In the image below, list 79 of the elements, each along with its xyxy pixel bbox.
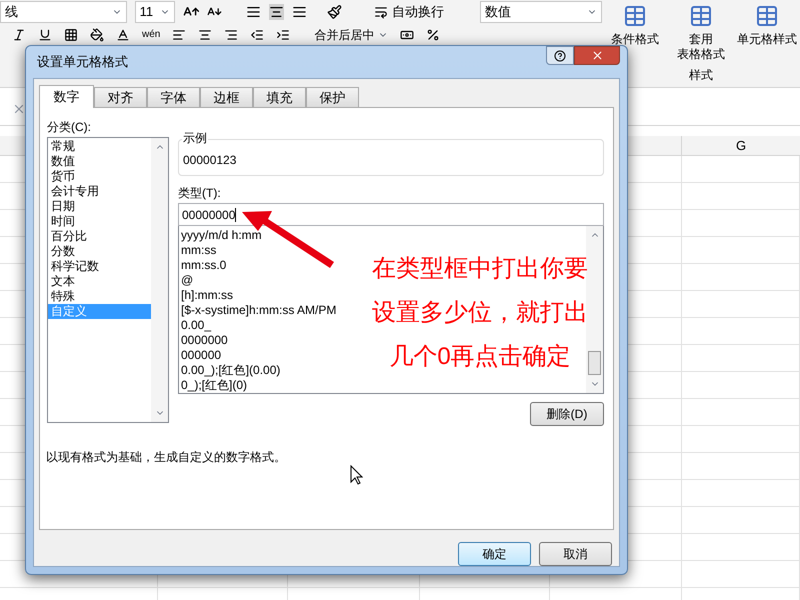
font-name-field[interactable]: 线: [0, 1, 127, 23]
type-input[interactable]: 00000000: [178, 203, 604, 226]
dialog-tab[interactable]: 对齐: [94, 87, 147, 107]
annotation-text: 在类型框中打出你要: [372, 254, 588, 284]
format-item[interactable]: mm:ss.0: [179, 258, 226, 273]
align-middle-icon[interactable]: [269, 4, 284, 20]
sample-label: 示例: [182, 131, 208, 145]
format-item[interactable]: [h]:mm:ss: [179, 288, 234, 303]
scrollbar[interactable]: [586, 226, 603, 393]
category-item[interactable]: 百分比: [48, 229, 151, 244]
delete-button[interactable]: 删除(D): [530, 402, 604, 426]
dialog-tab[interactable]: 保护: [306, 87, 359, 107]
mouse-pointer-icon: [350, 465, 363, 485]
align-bottom-icon[interactable]: [292, 4, 308, 20]
outdent-icon[interactable]: [250, 28, 264, 42]
number-format-field[interactable]: 数值: [480, 1, 602, 23]
sample-value: 00000123: [183, 152, 236, 168]
format-item[interactable]: yyyy/m/d h:mm: [179, 228, 262, 243]
table-icon: [755, 4, 779, 28]
format-item[interactable]: 0000000: [179, 333, 228, 348]
group-label: 样式: [689, 67, 713, 84]
phonetic-label[interactable]: wén: [142, 28, 160, 40]
percent-icon[interactable]: [426, 28, 440, 42]
category-item[interactable]: 文本: [48, 274, 151, 289]
format-item[interactable]: mm:ss: [179, 243, 216, 258]
format-item[interactable]: @: [179, 273, 194, 288]
category-item[interactable]: 特殊: [48, 289, 151, 304]
close-button[interactable]: [574, 46, 620, 65]
column-header[interactable]: G: [682, 136, 800, 155]
wrap-text-button[interactable]: 自动换行: [374, 2, 444, 22]
align-top-icon[interactable]: [246, 4, 262, 20]
align-left-icon[interactable]: [172, 28, 186, 42]
help-button[interactable]: [546, 46, 574, 65]
dialog-tab[interactable]: 边框: [200, 87, 253, 107]
align-center-icon[interactable]: [198, 28, 212, 42]
format-item[interactable]: [$-x-systime]h:mm:ss AM/PM: [179, 303, 336, 318]
format-item[interactable]: 0_);[红色](0): [179, 378, 248, 393]
dialog-tab[interactable]: 填充: [253, 87, 306, 107]
align-right-icon[interactable]: [224, 28, 238, 42]
italic-icon[interactable]: [12, 28, 26, 42]
category-item[interactable]: 货币: [48, 169, 151, 184]
category-item[interactable]: 日期: [48, 199, 151, 214]
format-item[interactable]: 0.00_: [179, 318, 212, 333]
format-item[interactable]: 000000: [179, 348, 222, 363]
scroll-thumb[interactable]: [588, 351, 601, 375]
category-label: 分类(C):: [47, 119, 92, 136]
description-text: 以现有格式为基础，生成自定义的数字格式。: [46, 449, 286, 466]
category-item[interactable]: 会计专用: [48, 184, 151, 199]
format-item[interactable]: 0.00_);[红色](0.00): [179, 363, 280, 378]
close-icon: [590, 49, 604, 62]
category-item[interactable]: 科学记数: [48, 259, 151, 274]
merge-center-button[interactable]: 合并后居中: [314, 28, 388, 42]
font-color-icon[interactable]: [116, 28, 130, 42]
table-icon: [689, 4, 713, 28]
annotation-text: 设置多少位，就打出: [372, 298, 588, 328]
dialog-tab[interactable]: 数字: [39, 85, 94, 108]
fill-color-icon[interactable]: [90, 28, 104, 42]
cancel-button[interactable]: 取消: [539, 542, 612, 566]
category-item[interactable]: 分数: [48, 244, 151, 259]
type-label: 类型(T):: [178, 185, 222, 202]
wrap-text-icon: [374, 5, 388, 19]
ok-button[interactable]: 确定: [458, 542, 531, 566]
indent-icon[interactable]: [276, 28, 290, 42]
scrollbar[interactable]: [151, 138, 168, 422]
style-button[interactable]: 单元格样式: [734, 4, 800, 62]
dialog-tab[interactable]: 字体: [147, 87, 200, 107]
style-button[interactable]: 套用 表格格式: [668, 4, 734, 62]
category-list[interactable]: 常规 数值 货币 会计专用 日期 时间 百分比 分数 科学记数 文本 特殊 自定义: [47, 137, 169, 423]
font-size-field[interactable]: 11: [134, 1, 175, 23]
border-icon[interactable]: [64, 28, 78, 42]
style-button[interactable]: 条件格式: [602, 4, 668, 62]
annotation-text: 几个0再点击确定: [389, 342, 571, 372]
help-icon: [554, 50, 566, 62]
category-item[interactable]: 时间: [48, 214, 151, 229]
category-item[interactable]: 常规: [48, 139, 151, 154]
underline-icon[interactable]: [38, 28, 52, 42]
dialog-title: 设置单元格格式: [36, 53, 128, 72]
table-icon: [623, 4, 647, 28]
category-item[interactable]: 数值: [48, 154, 151, 169]
